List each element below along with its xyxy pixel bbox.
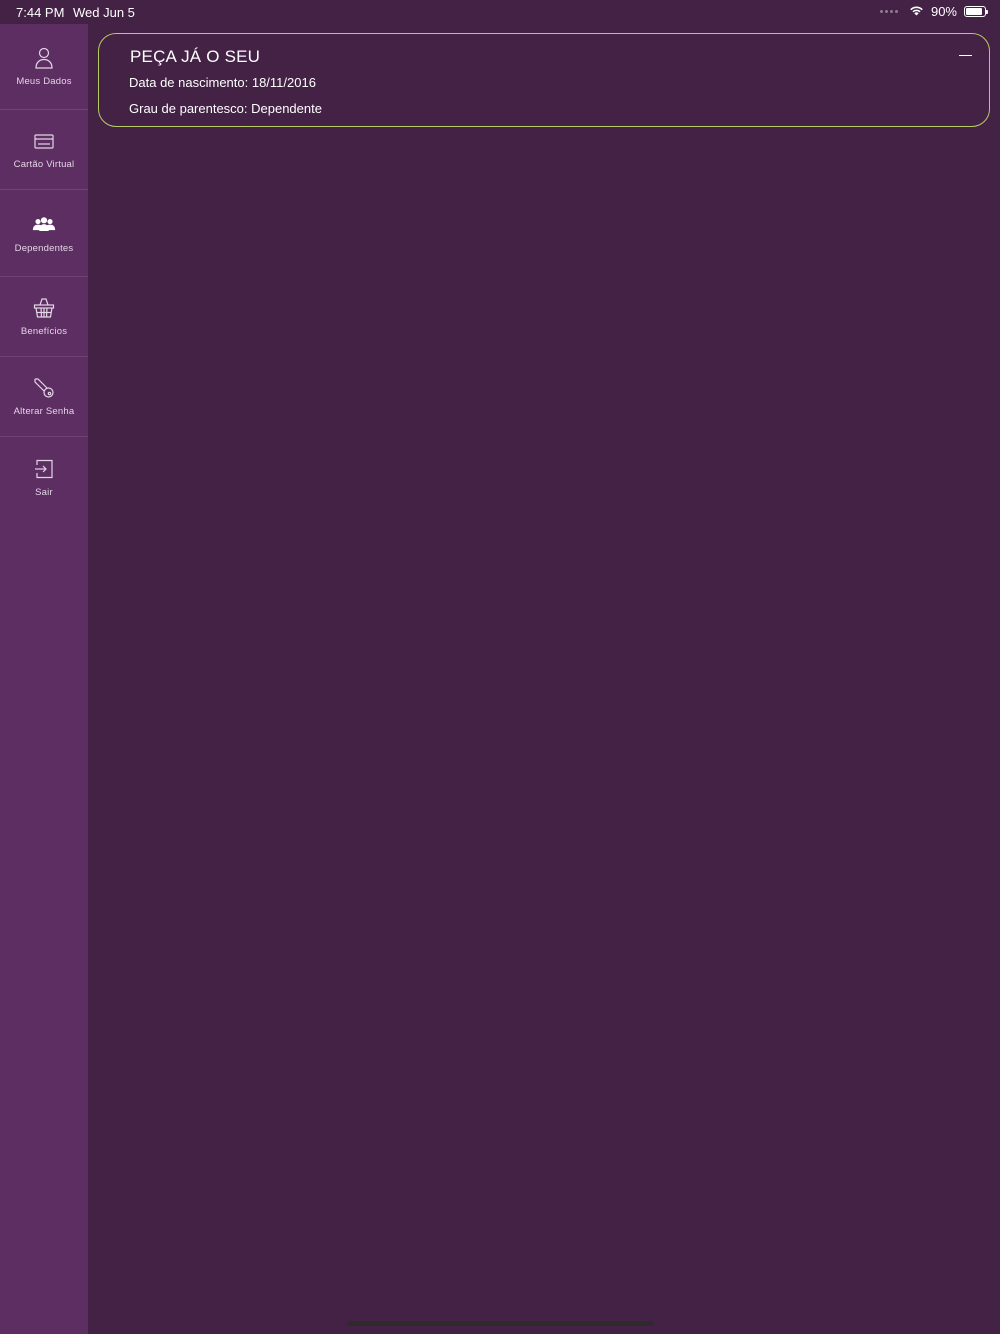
sidebar-item-dependentes[interactable]: Dependentes <box>0 190 88 277</box>
user-icon <box>32 46 56 70</box>
status-indicators: 90% <box>879 4 988 19</box>
battery-level <box>966 8 983 15</box>
group-icon <box>32 213 56 237</box>
sidebar-item-label: Benefícios <box>20 326 68 337</box>
status-time: 7:44 PM <box>16 5 65 20</box>
logout-icon <box>32 457 56 481</box>
sidebar-item-label: Dependentes <box>14 242 74 254</box>
sidebar: Meus Dados Cartão Virtual Dependentes Be… <box>0 24 88 1334</box>
sidebar-item-label: Alterar Senha <box>13 406 75 417</box>
status-date: Wed Jun 5 <box>73 5 135 20</box>
sidebar-item-label: Meus Dados <box>16 76 72 87</box>
dependent-birth-date: Data de nascimento: 18/11/2016 <box>129 75 316 90</box>
sidebar-item-label: Cartão Virtual <box>13 159 75 170</box>
wifi-icon <box>909 4 924 19</box>
basket-icon <box>32 296 56 320</box>
dependent-card[interactable]: PEÇA JÁ O SEU Data de nascimento: 18/11/… <box>98 33 990 127</box>
dependent-relationship: Grau de parentesco: Dependente <box>129 101 322 116</box>
sidebar-item-sair[interactable]: Sair <box>0 437 88 517</box>
cellular-signal-icon <box>879 10 898 13</box>
status-bar: 7:44 PM Wed Jun 5 90% <box>0 0 1000 24</box>
card-icon <box>32 129 56 153</box>
sidebar-item-label: Sair <box>35 486 53 498</box>
sidebar-item-alterar-senha[interactable]: Alterar Senha <box>0 357 88 437</box>
dependent-name: PEÇA JÁ O SEU <box>130 47 261 66</box>
collapse-button[interactable] <box>957 46 975 64</box>
key-icon <box>32 376 56 400</box>
sidebar-item-meus-dados[interactable]: Meus Dados <box>0 24 88 110</box>
home-indicator[interactable] <box>347 1321 653 1326</box>
sidebar-item-cartao-virtual[interactable]: Cartão Virtual <box>0 110 88 190</box>
sidebar-item-beneficios[interactable]: Benefícios <box>0 277 88 357</box>
battery-percent: 90% <box>930 4 957 19</box>
battery-icon <box>964 6 988 17</box>
